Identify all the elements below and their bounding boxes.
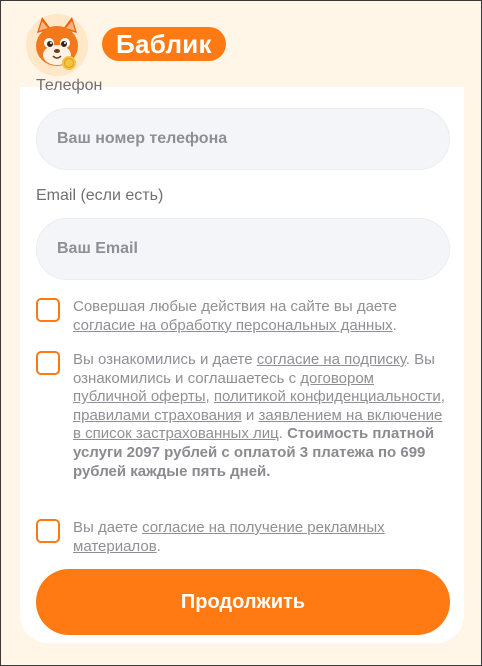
subscription-link[interactable]: согласие на подписку (257, 351, 406, 368)
consent-text: , (205, 388, 214, 406)
phone-label: Телефон (36, 77, 103, 94)
email-label: Email (если есть) (36, 187, 164, 204)
squirrel-mascot-logo[interactable] (25, 13, 89, 77)
brand-name[interactable]: Баблик (102, 27, 226, 61)
consent-tail: . (392, 316, 397, 334)
consent-advertising-text: Вы даете согласие на получение рекламных… (73, 519, 451, 556)
consent-text: Совершая любые действия на сайте вы дает… (73, 298, 397, 315)
privacy-policy-link[interactable]: политикой конфиденциальности (214, 388, 441, 405)
continue-button[interactable]: Продолжить (36, 569, 450, 635)
consent-advertising-checkbox[interactable] (36, 519, 60, 543)
consent-text: и (241, 406, 259, 424)
consent-subscription-checkbox[interactable] (36, 351, 60, 375)
consent-text: Вы даете (73, 519, 143, 536)
consent-text: Вы ознакомились и даете (73, 351, 257, 368)
consent-subscription-text: Вы ознакомились и даете согласие на подп… (73, 351, 451, 481)
personal-data-link[interactable]: согласие на обработку персональных данны… (73, 317, 393, 334)
consent-personal-data-checkbox[interactable] (36, 298, 60, 322)
email-input[interactable] (36, 218, 450, 280)
consent-text: . (278, 425, 288, 443)
consent-tail: . (156, 537, 161, 555)
phone-input[interactable] (36, 108, 450, 170)
page-frame: Баблик Телефон Email (если есть) Соверша… (0, 0, 482, 666)
consent-personal-data-text: Совершая любые действия на сайте вы дает… (73, 298, 451, 335)
consent-text: , (440, 388, 445, 406)
insurance-rules-link[interactable]: правилами страхования (73, 407, 242, 424)
